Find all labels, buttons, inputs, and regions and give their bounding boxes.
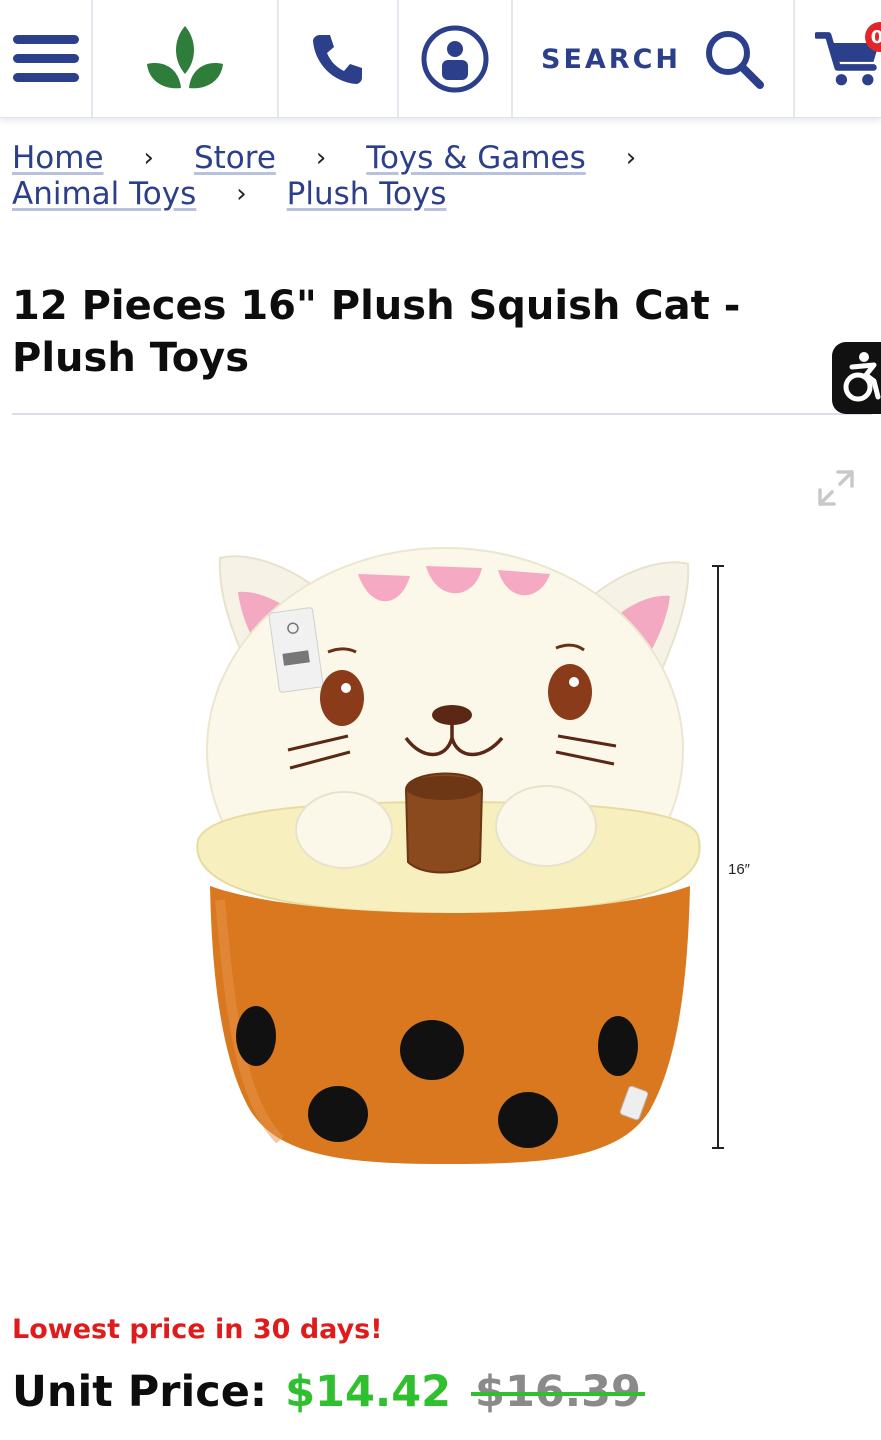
- plush-cat-image: 16″: [196, 547, 751, 1164]
- product-title: 12 Pieces 16" Plush Squish Cat - Plush T…: [12, 283, 741, 381]
- cart-button[interactable]: 0: [795, 0, 881, 117]
- breadcrumb-separator: ›: [315, 143, 327, 173]
- sale-price: $14.42: [285, 1367, 452, 1417]
- leaf-logo-icon: [147, 26, 223, 89]
- breadcrumb-home[interactable]: Home: [12, 140, 104, 176]
- breadcrumb-separator: ›: [143, 143, 154, 173]
- search-label: SEARCH: [541, 43, 681, 75]
- accessibility-button[interactable]: [832, 342, 881, 414]
- account-button[interactable]: [399, 0, 513, 117]
- menu-button[interactable]: [0, 0, 93, 117]
- home-logo-link[interactable]: [93, 0, 279, 117]
- breadcrumb-store[interactable]: Store: [194, 140, 276, 176]
- expand-image-button[interactable]: [816, 468, 856, 508]
- price-row: Unit Price: $14.42 $16.39: [12, 1362, 645, 1422]
- breadcrumb-separator: ›: [236, 179, 247, 209]
- search-button[interactable]: SEARCH: [513, 0, 795, 117]
- promo-text: Lowest price in 30 days!: [12, 1314, 383, 1345]
- dimension-label: 16″: [728, 861, 751, 878]
- phone-icon: [313, 35, 362, 84]
- unit-price-label: Unit Price:: [12, 1367, 268, 1417]
- hamburger-menu-icon: [12, 35, 79, 82]
- original-price: $16.39: [471, 1362, 645, 1422]
- breadcrumb-plush-toys[interactable]: Plush Toys: [287, 176, 447, 212]
- breadcrumb-separator: ›: [625, 143, 637, 173]
- expand-icon: [818, 470, 854, 506]
- search-icon: [706, 31, 764, 89]
- accessibility-icon: [843, 352, 881, 402]
- title-divider: [12, 413, 872, 415]
- breadcrumb-row: Home › Store › Toys & Games ›: [12, 140, 872, 176]
- top-navigation: SEARCH 0: [0, 0, 881, 118]
- product-image[interactable]: 16″: [190, 540, 770, 1180]
- breadcrumb-row: Animal Toys › Plush Toys: [12, 176, 872, 212]
- breadcrumb-toys-games[interactable]: Toys & Games: [366, 140, 585, 176]
- phone-button[interactable]: [279, 0, 399, 117]
- account-icon: [421, 25, 489, 93]
- breadcrumb-animal-toys[interactable]: Animal Toys: [12, 176, 196, 212]
- breadcrumb: Home › Store › Toys & Games › Animal Toy…: [12, 140, 872, 212]
